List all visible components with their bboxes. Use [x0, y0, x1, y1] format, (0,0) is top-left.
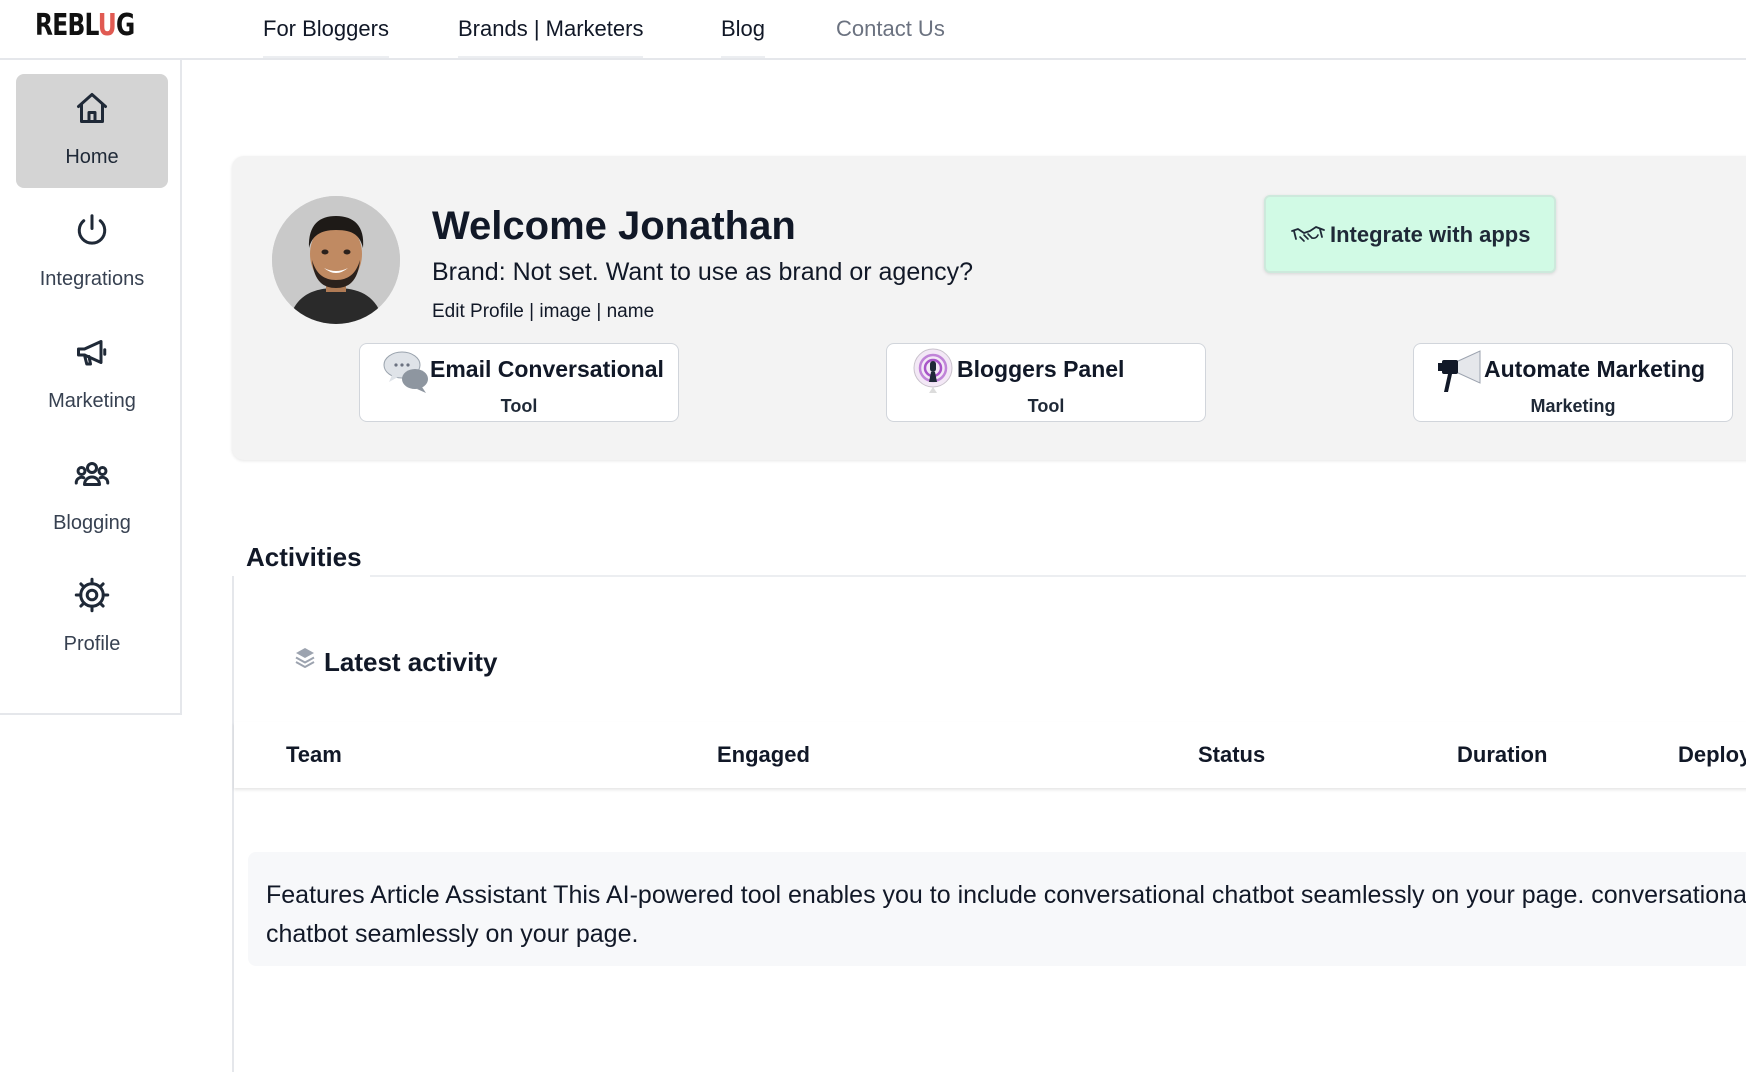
tool-card-email-conversational[interactable]: Email Conversational Tool	[359, 343, 679, 422]
tool-name: Email Conversational	[430, 356, 664, 382]
handshake-icon	[1291, 226, 1325, 242]
sidebar-item-label: Blogging	[53, 512, 131, 534]
feature-description-box: Features Article Assistant This AI-power…	[248, 852, 1746, 966]
layers-icon	[295, 648, 315, 668]
home-icon	[77, 93, 107, 123]
column-header-status[interactable]: Status	[1198, 742, 1265, 768]
podcast-icon	[913, 348, 953, 393]
sidebar-item-integrations[interactable]: Integrations	[16, 196, 168, 310]
edit-profile-links[interactable]: Edit Profile | image | name	[432, 301, 654, 323]
sidebar-item-label: Marketing	[48, 390, 136, 412]
tool-subtitle: Tool	[1027, 396, 1065, 416]
reblug-logo[interactable]: REBLUG	[35, 8, 135, 43]
nav-blog[interactable]: Blog	[721, 16, 766, 58]
sidebar-item-label: Integrations	[39, 268, 145, 290]
sidebar-item-label: Profile	[63, 633, 121, 655]
top-navbar: REBLUG For Bloggers Brands | Marketers B…	[0, 0, 1746, 60]
column-header-team[interactable]: Team	[286, 742, 342, 768]
tool-name: Bloggers Panel	[957, 356, 1125, 382]
feature-description-text: Features Article Assistant This AI-power…	[266, 881, 1746, 948]
welcome-heading: Welcome Jonathan	[432, 204, 796, 248]
avatar[interactable]	[272, 196, 400, 324]
nav-contact-us[interactable]: Contact Us	[836, 16, 945, 56]
brand-status-text[interactable]: Brand: Not set. Want to use as brand or …	[432, 258, 973, 287]
sidebar-item-home[interactable]: Home	[16, 74, 168, 188]
tool-name: Automate Marketing	[1484, 356, 1706, 382]
tool-subtitle: Marketing	[1530, 396, 1616, 416]
sidebar-item-profile[interactable]: Profile	[16, 561, 168, 675]
megaphone-icon	[1438, 350, 1481, 392]
speech-bubbles-icon	[383, 351, 428, 393]
users-icon	[74, 462, 110, 486]
integrate-button-label: Integrate with apps	[1330, 222, 1531, 247]
activity-table-header: Team Engaged Status Duration Deploy	[234, 722, 1746, 788]
tab-activities[interactable]: Activities	[246, 542, 362, 573]
tool-card-bloggers-panel[interactable]: Bloggers Panel Tool	[886, 343, 1206, 422]
nav-for-bloggers[interactable]: For Bloggers	[263, 16, 389, 58]
sidebar-item-marketing[interactable]: Marketing	[16, 318, 168, 432]
megaphone-icon	[77, 340, 107, 366]
integrate-with-apps-button[interactable]: Integrate with apps	[1264, 195, 1556, 273]
tool-card-automate-marketing[interactable]: Automate Marketing Marketing	[1413, 343, 1733, 422]
column-header-deploy[interactable]: Deploy	[1678, 742, 1746, 768]
latest-activity-title: Latest activity	[324, 647, 498, 677]
column-header-engaged[interactable]: Engaged	[717, 742, 810, 768]
tool-subtitle: Tool	[500, 396, 538, 416]
sidebar-item-label: Home	[65, 146, 119, 168]
gear-icon	[74, 577, 110, 613]
column-header-duration[interactable]: Duration	[1457, 742, 1547, 768]
sidebar: Home Integrations Marketing Blogging Pro…	[0, 60, 182, 715]
sidebar-item-blogging[interactable]: Blogging	[16, 440, 168, 554]
nav-brands-marketers[interactable]: Brands | Marketers	[458, 16, 644, 58]
power-icon	[77, 214, 107, 245]
avatar-photo	[272, 196, 400, 324]
